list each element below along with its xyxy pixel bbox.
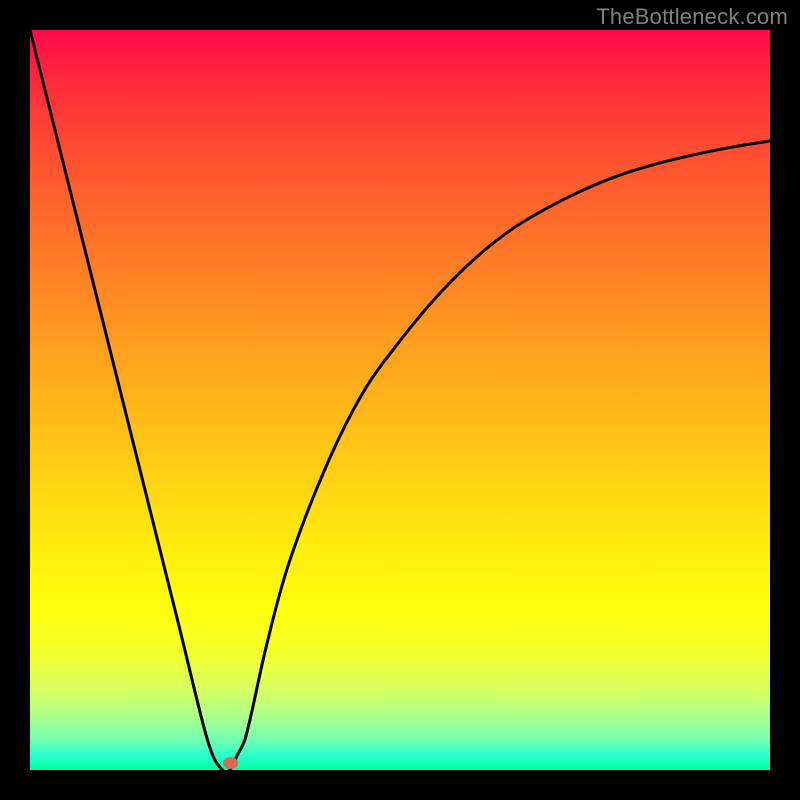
plot-area — [30, 30, 770, 770]
watermark-text: TheBottleneck.com — [596, 4, 788, 30]
bottleneck-curve — [30, 30, 770, 770]
chart-frame: TheBottleneck.com — [0, 0, 800, 800]
minimum-marker — [223, 757, 238, 769]
